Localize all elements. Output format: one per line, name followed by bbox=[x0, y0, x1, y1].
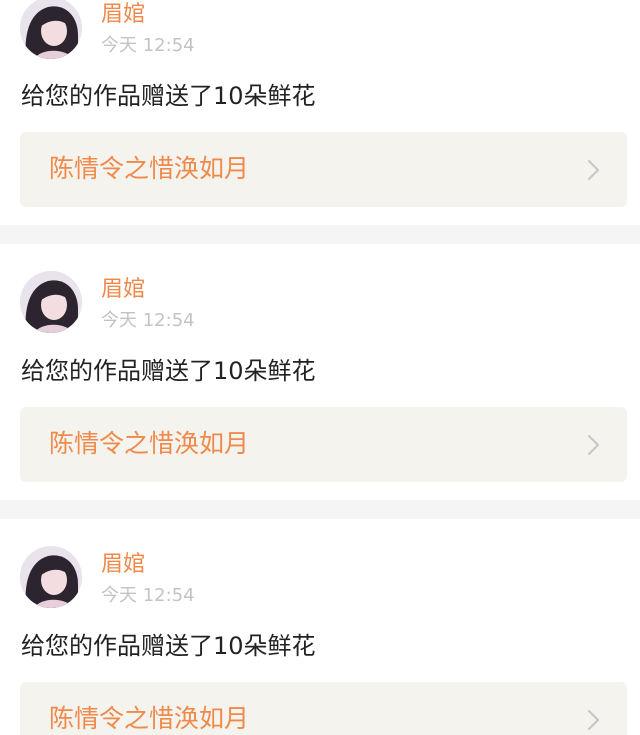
avatar-photo bbox=[20, 271, 82, 333]
notification-message: 给您的作品赠送了10朵鲜花 bbox=[21, 632, 316, 660]
chevron-right-icon bbox=[587, 434, 600, 456]
work-title: 陈情令之惜涣如月 bbox=[49, 429, 250, 458]
avatar-photo bbox=[20, 546, 82, 608]
work-title: 陈情令之惜涣如月 bbox=[49, 704, 250, 733]
notification-card: 眉婠 今天 12:54 给您的作品赠送了10朵鲜花 陈情令之惜涣如月 bbox=[0, 244, 640, 482]
notification-card: 眉婠 今天 12:54 给您的作品赠送了10朵鲜花 陈情令之惜涣如月 bbox=[0, 519, 640, 735]
notification-card: 眉婠 今天 12:54 给您的作品赠送了10朵鲜花 陈情令之惜涣如月 bbox=[0, 0, 640, 225]
work-title: 陈情令之惜涣如月 bbox=[49, 154, 250, 183]
work-link[interactable]: 陈情令之惜涣如月 bbox=[20, 132, 627, 207]
avatar[interactable] bbox=[20, 0, 82, 59]
chevron-right-icon bbox=[587, 159, 600, 181]
notification-feed: 眉婠 今天 12:54 给您的作品赠送了10朵鲜花 陈情令之惜涣如月 眉婠 今天… bbox=[0, 0, 640, 735]
work-link[interactable]: 陈情令之惜涣如月 bbox=[20, 407, 627, 482]
username[interactable]: 眉婠 bbox=[101, 551, 145, 579]
timestamp: 今天 12:54 bbox=[101, 35, 195, 56]
work-link[interactable]: 陈情令之惜涣如月 bbox=[20, 682, 627, 735]
timestamp: 今天 12:54 bbox=[101, 585, 195, 606]
separator bbox=[0, 225, 640, 244]
avatar[interactable] bbox=[20, 271, 82, 333]
avatar-photo bbox=[20, 0, 82, 59]
avatar[interactable] bbox=[20, 546, 82, 608]
username[interactable]: 眉婠 bbox=[101, 1, 145, 29]
chevron-right-icon bbox=[587, 709, 600, 731]
notification-message: 给您的作品赠送了10朵鲜花 bbox=[21, 82, 316, 110]
separator bbox=[0, 500, 640, 519]
notification-message: 给您的作品赠送了10朵鲜花 bbox=[21, 357, 316, 385]
timestamp: 今天 12:54 bbox=[101, 310, 195, 331]
username[interactable]: 眉婠 bbox=[101, 276, 145, 304]
